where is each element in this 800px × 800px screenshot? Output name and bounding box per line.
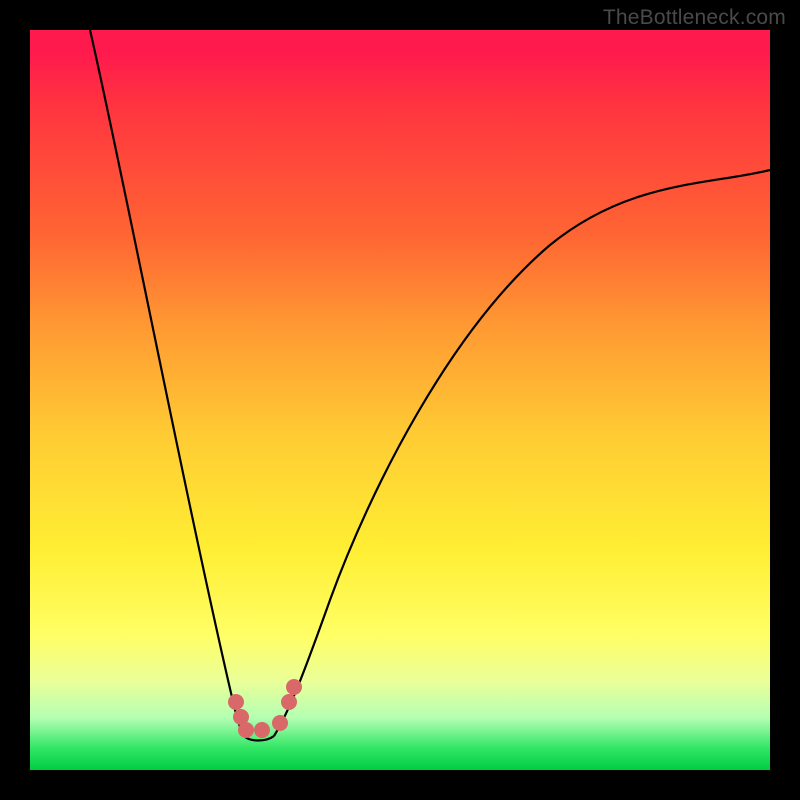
- thumb-marker: [281, 694, 297, 710]
- thumb-marker: [286, 679, 302, 695]
- thumb-marker: [254, 722, 270, 738]
- thumb-markers: [228, 679, 302, 738]
- curve-left-branch: [90, 30, 244, 736]
- bottleneck-curve-svg: [30, 30, 770, 770]
- thumb-marker: [228, 694, 244, 710]
- curve-right-branch: [274, 170, 770, 736]
- thumb-marker: [272, 715, 288, 731]
- thumb-marker: [238, 722, 254, 738]
- watermark-text: TheBottleneck.com: [603, 6, 786, 30]
